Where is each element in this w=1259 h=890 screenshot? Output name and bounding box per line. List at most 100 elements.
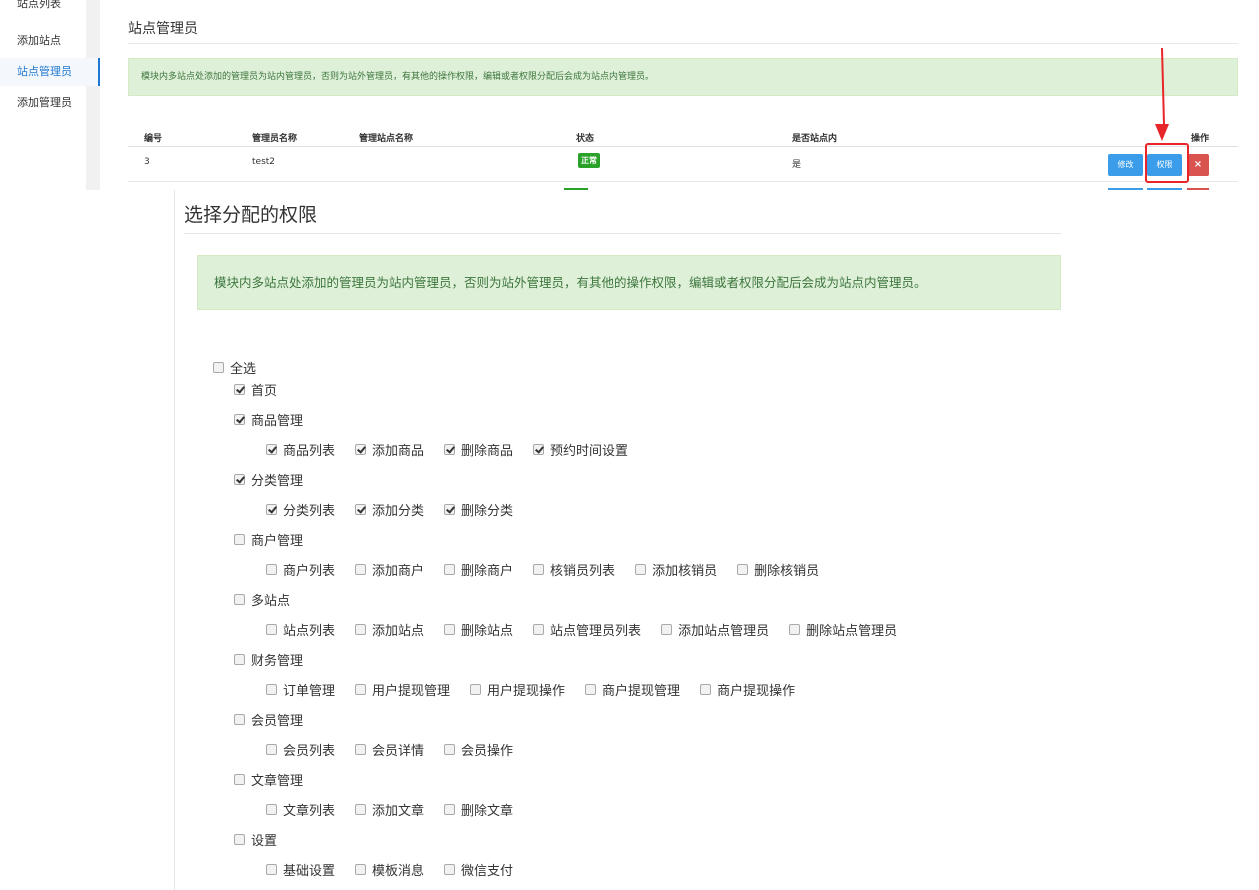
permission-item[interactable]: 添加文章 (355, 800, 424, 819)
checkbox-icon[interactable] (585, 684, 597, 695)
permission-item[interactable]: 删除站点管理员 (789, 620, 897, 639)
permission-item-label: 添加站点 (372, 624, 425, 639)
checkbox-icon[interactable] (533, 564, 545, 575)
permission-item[interactable]: 删除分类 (444, 500, 513, 519)
permission-item[interactable]: 文章列表 (266, 800, 335, 819)
checkbox-icon[interactable] (234, 534, 245, 545)
checkbox-icon[interactable] (789, 624, 801, 635)
permission-item[interactable]: 预约时间设置 (533, 440, 628, 459)
permission-item[interactable]: 商户提现操作 (700, 680, 795, 699)
checkbox-icon[interactable] (234, 384, 245, 395)
checkbox-icon[interactable] (444, 564, 456, 575)
checkbox-icon[interactable] (266, 564, 277, 575)
permission-group[interactable]: 文章管理 (234, 770, 303, 789)
header-status: 状态 (576, 134, 595, 144)
permission-item[interactable]: 站点管理员列表 (533, 620, 641, 639)
permission-item[interactable]: 会员列表 (266, 740, 335, 759)
checkbox-icon[interactable] (470, 684, 482, 695)
permission-item[interactable]: 添加商户 (355, 560, 424, 579)
checkbox-icon[interactable] (234, 654, 245, 665)
permission-item[interactable]: 添加分类 (355, 500, 424, 519)
permission-item[interactable]: 商户列表 (266, 560, 335, 579)
checkbox-icon[interactable] (234, 474, 245, 485)
permission-item[interactable]: 会员详情 (355, 740, 424, 759)
checkbox-icon[interactable] (444, 624, 456, 635)
checkbox-icon[interactable] (444, 804, 456, 815)
permission-item[interactable]: 会员操作 (444, 740, 513, 759)
permission-item-label: 会员操作 (461, 744, 514, 759)
permission-item[interactable]: 删除文章 (444, 800, 513, 819)
permission-group[interactable]: 首页 (234, 380, 277, 399)
checkbox-icon[interactable] (266, 504, 277, 515)
checkbox-icon[interactable] (533, 444, 545, 455)
checkbox-icon[interactable] (661, 624, 673, 635)
checkbox-icon[interactable] (234, 714, 245, 725)
permission-item[interactable]: 删除核销员 (737, 560, 819, 579)
checkbox-icon[interactable] (266, 864, 277, 875)
permission-group[interactable]: 分类管理 (234, 470, 303, 489)
permission-group[interactable]: 财务管理 (234, 650, 303, 669)
checkbox-icon[interactable] (444, 444, 456, 455)
permission-item[interactable]: 删除商户 (444, 560, 513, 579)
sidebar-item-add-site[interactable]: 添加站点 (0, 27, 100, 55)
permission-group[interactable]: 会员管理 (234, 710, 303, 729)
checkbox-icon[interactable] (213, 362, 224, 373)
permission-item[interactable]: 站点列表 (266, 620, 335, 639)
permission-item[interactable]: 商户提现管理 (585, 680, 680, 699)
checkbox-icon[interactable] (234, 834, 245, 845)
checkbox-icon[interactable] (355, 684, 367, 695)
checkbox-icon[interactable] (266, 804, 277, 815)
checkbox-icon[interactable] (266, 624, 277, 635)
permission-item[interactable]: 核销员列表 (533, 560, 615, 579)
checkbox-icon[interactable] (355, 624, 367, 635)
checkbox-icon[interactable] (700, 684, 712, 695)
sidebar-item-site-admins[interactable]: 站点管理员 (0, 58, 100, 86)
checkbox-icon[interactable] (355, 744, 367, 755)
checkbox-icon[interactable] (737, 564, 749, 575)
permission-item[interactable]: 添加站点管理员 (661, 620, 769, 639)
permission-group[interactable]: 设置 (234, 830, 277, 849)
checkbox-icon[interactable] (533, 624, 545, 635)
permission-item[interactable]: 用户提现操作 (470, 680, 565, 699)
permission-item[interactable]: 商品列表 (266, 440, 335, 459)
checkbox-icon[interactable] (234, 774, 245, 785)
sidebar-item-site-list[interactable]: 站点列表 (0, 0, 100, 18)
permission-group-label: 商户管理 (251, 534, 304, 549)
permission-group[interactable]: 商户管理 (234, 530, 303, 549)
permission-item[interactable]: 删除站点 (444, 620, 513, 639)
select-all-checkbox[interactable]: 全选 (213, 358, 256, 377)
checkbox-icon[interactable] (635, 564, 647, 575)
permission-item[interactable]: 删除商品 (444, 440, 513, 459)
permission-item[interactable]: 添加站点 (355, 620, 424, 639)
checkbox-icon[interactable] (444, 864, 456, 875)
permission-item-label: 预约时间设置 (550, 444, 629, 459)
permission-item[interactable]: 订单管理 (266, 680, 335, 699)
checkbox-icon[interactable] (355, 864, 367, 875)
permission-item[interactable]: 用户提现管理 (355, 680, 450, 699)
permission-item[interactable]: 添加核销员 (635, 560, 717, 579)
permission-group[interactable]: 商品管理 (234, 410, 303, 429)
permission-item[interactable]: 基础设置 (266, 860, 335, 879)
checkbox-icon[interactable] (444, 744, 456, 755)
permission-item[interactable]: 模板消息 (355, 860, 424, 879)
permission-item-label: 添加文章 (372, 804, 425, 819)
checkbox-icon[interactable] (444, 504, 456, 515)
checkbox-icon[interactable] (355, 504, 367, 515)
permission-item[interactable]: 微信支付 (444, 860, 513, 879)
main-content: 站点管理员 模块内多站点处添加的管理员为站内管理员，否则为站外管理员，有其他的操… (114, 0, 1259, 190)
checkbox-icon[interactable] (266, 744, 277, 755)
checkbox-icon[interactable] (355, 564, 367, 575)
checkbox-icon[interactable] (355, 444, 367, 455)
checkbox-icon[interactable] (266, 684, 277, 695)
status-badge: 正常 (578, 153, 600, 168)
checkbox-icon[interactable] (234, 594, 245, 605)
checkbox-icon[interactable] (266, 444, 277, 455)
permission-item[interactable]: 添加商品 (355, 440, 424, 459)
checkbox-icon[interactable] (234, 414, 245, 425)
permission-item[interactable]: 分类列表 (266, 500, 335, 519)
permission-group[interactable]: 多站点 (234, 590, 290, 609)
checkbox-icon[interactable] (355, 804, 367, 815)
sidebar-item-add-admin[interactable]: 添加管理员 (0, 89, 100, 117)
edit-button[interactable]: 修改 (1108, 154, 1143, 176)
delete-button[interactable]: × (1187, 154, 1209, 176)
